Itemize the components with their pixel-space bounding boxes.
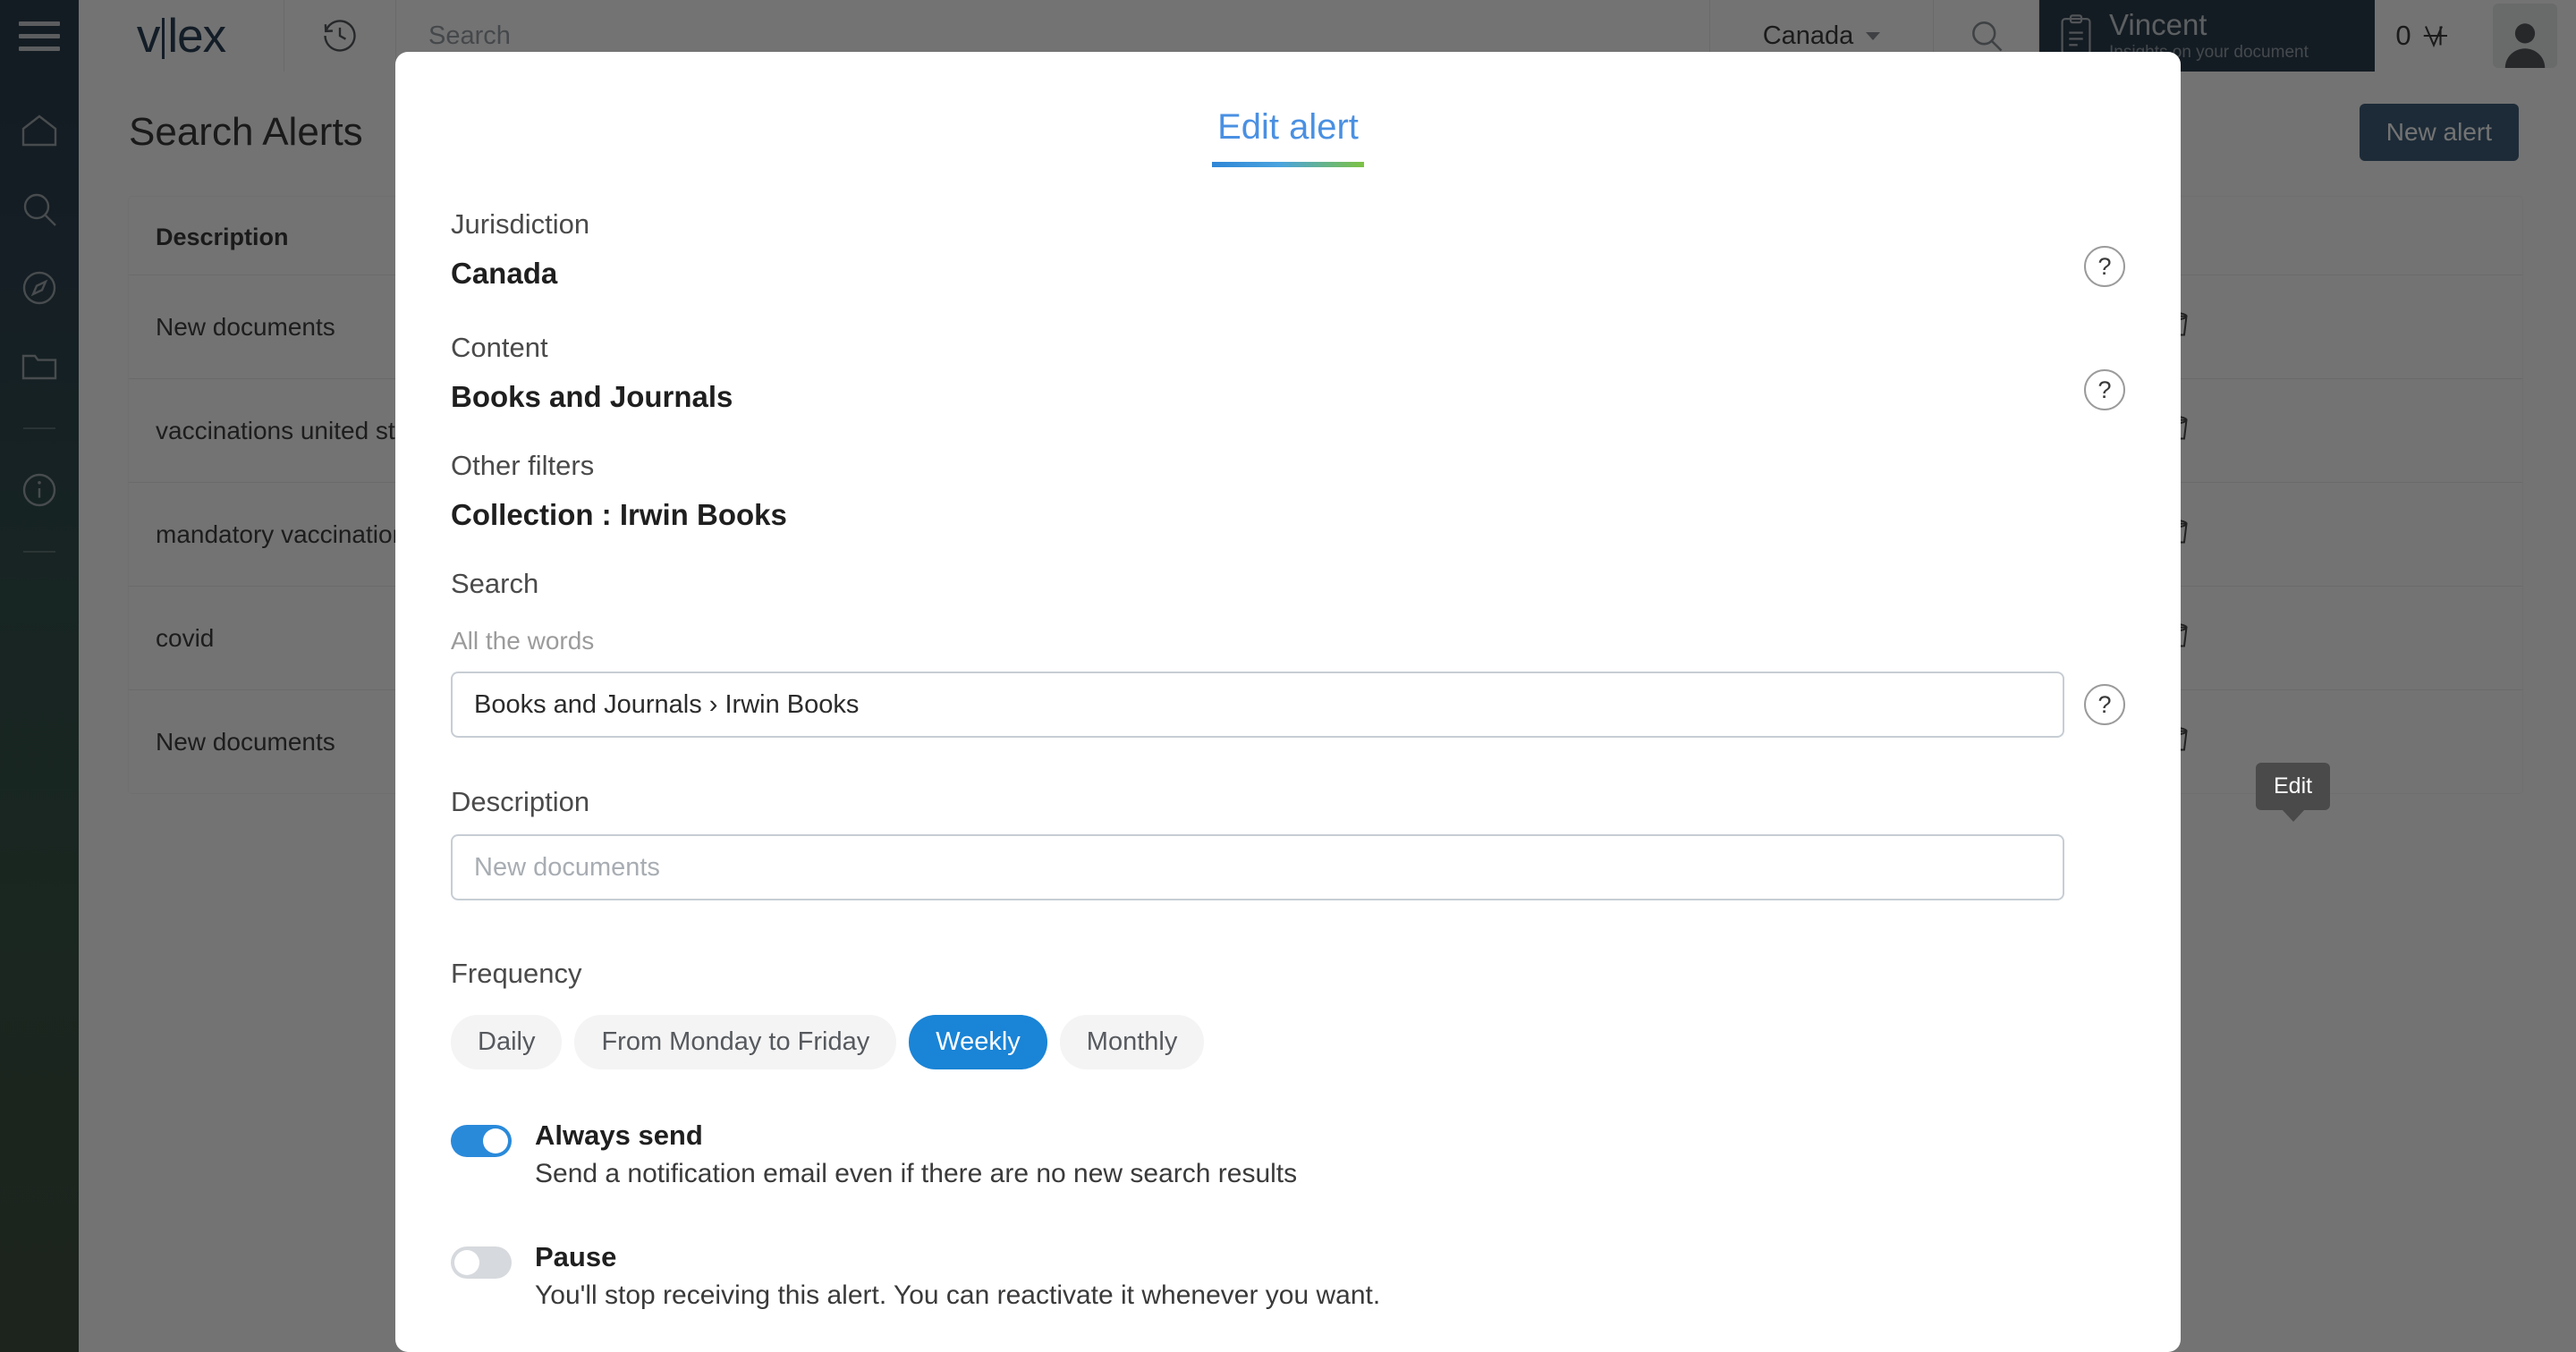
pause-description: You'll stop receiving this alert. You ca… bbox=[535, 1280, 1381, 1310]
always-send-row: Always send Send a notification email ev… bbox=[451, 1120, 2125, 1189]
frequency-option-from-monday-to-friday[interactable]: From Monday to Friday bbox=[574, 1015, 897, 1069]
modal-header: Edit alert bbox=[395, 52, 2181, 167]
search-label: Search bbox=[451, 568, 539, 599]
edit-alert-modal: Edit alert Jurisdiction Canada ? Content… bbox=[395, 52, 2181, 1352]
modal-title: Edit alert bbox=[1217, 107, 1359, 147]
content-value: Books and Journals bbox=[451, 380, 733, 413]
always-send-title: Always send bbox=[535, 1120, 703, 1151]
search-sub-label: All the words bbox=[451, 627, 595, 655]
toggle-knob bbox=[454, 1250, 479, 1275]
pause-row: Pause You'll stop receiving this alert. … bbox=[451, 1241, 2125, 1311]
content-label: Content bbox=[451, 332, 548, 363]
frequency-label: Frequency bbox=[451, 958, 582, 989]
frequency-options: Daily From Monday to Friday Weekly Monthly bbox=[451, 1015, 2125, 1069]
frequency-option-weekly[interactable]: Weekly bbox=[909, 1015, 1047, 1069]
field-other-filters: Other filters Collection : Irwin Books bbox=[451, 450, 2125, 532]
description-label: Description bbox=[451, 786, 590, 817]
jurisdiction-help-button[interactable]: ? bbox=[2084, 246, 2125, 287]
jurisdiction-value: Canada bbox=[451, 257, 558, 290]
search-input-row: ? bbox=[451, 672, 2125, 738]
description-input[interactable] bbox=[451, 834, 2064, 900]
field-search: Search All the words ? bbox=[451, 568, 2125, 738]
edit-tooltip: Edit bbox=[2256, 763, 2331, 810]
always-send-description: Send a notification email even if there … bbox=[535, 1159, 1298, 1188]
field-frequency: Frequency Daily From Monday to Friday Week… bbox=[451, 958, 2125, 1069]
description-input-row bbox=[451, 834, 2125, 900]
app-root: vlex Search Canada bbox=[0, 0, 2576, 1352]
jurisdiction-label: Jurisdiction bbox=[451, 208, 590, 240]
title-underline bbox=[1212, 162, 1364, 167]
field-description: Description bbox=[451, 786, 2125, 900]
search-input[interactable] bbox=[451, 672, 2064, 738]
field-jurisdiction: Jurisdiction Canada ? bbox=[451, 208, 2125, 291]
frequency-option-daily[interactable]: Daily bbox=[451, 1015, 563, 1069]
field-content: Content Books and Journals ? bbox=[451, 332, 2125, 414]
content-help-button[interactable]: ? bbox=[2084, 369, 2125, 410]
pause-title: Pause bbox=[535, 1241, 617, 1272]
frequency-option-monthly[interactable]: Monthly bbox=[1059, 1015, 1205, 1069]
other-filters-label: Other filters bbox=[451, 450, 595, 481]
always-send-toggle[interactable] bbox=[451, 1125, 512, 1157]
pause-toggle[interactable] bbox=[451, 1246, 512, 1279]
other-filters-value: Collection : Irwin Books bbox=[451, 498, 787, 531]
search-help-button[interactable]: ? bbox=[2084, 684, 2125, 725]
modal-body: Jurisdiction Canada ? Content Books and … bbox=[395, 208, 2181, 1311]
toggle-knob bbox=[483, 1128, 508, 1153]
